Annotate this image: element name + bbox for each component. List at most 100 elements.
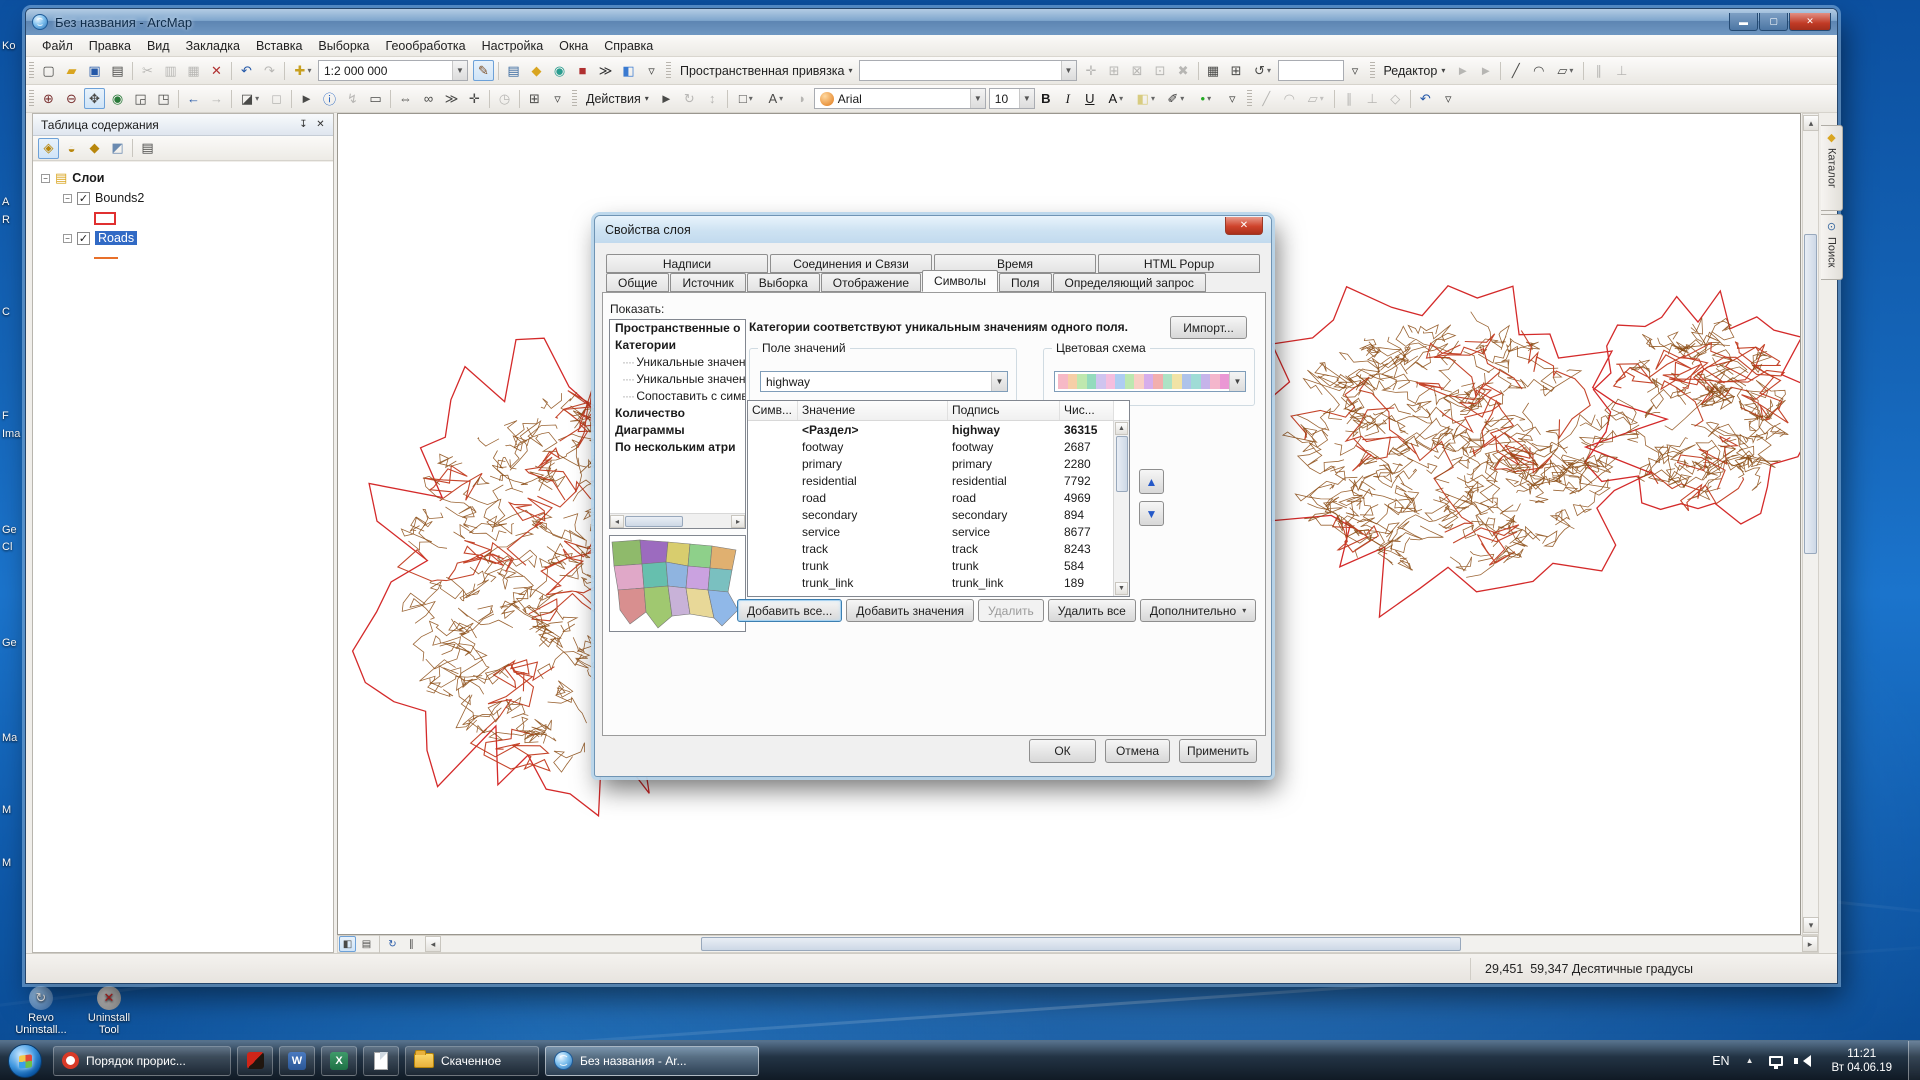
column-header-symbol[interactable]: Симв... [748,401,798,420]
menu-item[interactable]: Правка [81,37,139,55]
collapse-icon[interactable]: − [41,174,50,183]
visibility-checkbox[interactable]: ✓ [77,232,90,245]
renderer-tree-item[interactable]: Уникальные значен [610,354,745,371]
tray-expand-icon[interactable]: ▲ [1738,1056,1762,1065]
rect-tool-icon[interactable]: □ [732,88,760,109]
vertical-scroll-thumb[interactable] [1804,234,1817,554]
sketch-arc-icon[interactable]: ◠ [1528,60,1549,81]
renderer-tree-item[interactable]: Количество [610,405,745,422]
table-row[interactable]: secondary secondary 894 [748,506,1129,523]
georef-5-icon[interactable]: ✖ [1173,60,1194,81]
back-icon[interactable]: ← [183,88,204,109]
copy-icon[interactable]: ▥ [160,60,181,81]
go-to-xy-icon[interactable]: ✛ [464,88,485,109]
chevron-down-icon[interactable]: ▼ [991,372,1007,391]
taskbar-button-folder[interactable]: Скаченное [405,1046,539,1076]
renderer-tree-hscroll[interactable]: ◂ ▸ [610,513,745,528]
font-size-combo[interactable]: 10 ▼ [989,88,1035,109]
menu-item[interactable]: Геообработка [378,37,474,55]
resize-element-icon[interactable]: ↕ [702,88,723,109]
toc-draworder-icon[interactable]: ◈ [38,138,59,159]
catalog-icon[interactable]: ◆ [526,60,547,81]
toc-source-icon[interactable]: ◒ [61,138,82,159]
menu-item[interactable]: Файл [34,37,81,55]
renderer-tree-item[interactable]: Категории [610,337,745,354]
title-bar[interactable]: Без названия - ArcMap ▬ ▢ ✕ [26,9,1837,35]
roads-symbol-row[interactable] [41,248,333,268]
georef-rotate-icon[interactable]: ↺ [1249,60,1277,81]
horizontal-scroll-thumb[interactable] [625,516,683,527]
toolbar-grip[interactable] [1370,62,1375,80]
close-button[interactable]: ✕ [1789,13,1831,31]
map-horizontal-scrollbar[interactable]: ◧▤↻∥ ◂ ▸ [337,935,1819,953]
select-elements-icon[interactable]: ► [296,88,317,109]
chevron-down-icon[interactable]: ▼ [1019,89,1034,108]
dialog-title-bar[interactable]: Свойства слоя [595,216,1271,243]
redo-icon[interactable]: ↷ [259,60,280,81]
map-scale-combo[interactable]: 1:2 000 000 ▼ [318,60,468,81]
table-row[interactable]: service service 8677 [748,523,1129,540]
sketch-shape-icon[interactable]: ▱ [1551,60,1579,81]
sketch-parallel-icon[interactable]: ∥ [1588,60,1609,81]
move-value-up-button[interactable]: ▲ [1139,469,1164,494]
georef-fit-icon[interactable]: ⊞ [1226,60,1247,81]
georef-1-icon[interactable]: ✛ [1081,60,1102,81]
move-value-down-button[interactable]: ▼ [1139,501,1164,526]
menu-item[interactable]: Вид [139,37,178,55]
dialog-action-button[interactable]: Удалить все [1048,599,1136,622]
renderer-tree-item[interactable]: Пространственные о [610,320,745,337]
toolbar-grip[interactable] [1247,90,1252,108]
paste-icon[interactable]: ▦ [183,60,204,81]
select-features-icon[interactable]: ◪ [236,88,264,109]
bold-button[interactable]: B [1036,88,1056,109]
python-icon[interactable]: ≫ [595,60,616,81]
toc-root-layers[interactable]: − ▤ Слои [41,168,333,188]
dialog-tab[interactable]: Надписи [606,254,768,273]
table-row[interactable]: primary primary 2280 [748,455,1129,472]
sketch-shape-icon[interactable]: ▱ [1302,88,1330,109]
sketch-perp-icon[interactable]: ⊥ [1362,88,1383,109]
fill-color-icon[interactable]: ◧ [1132,88,1160,109]
chevron-down-icon[interactable]: ▼ [970,89,985,108]
line-symbol-swatch[interactable] [94,257,118,259]
maximize-button[interactable]: ▢ [1759,13,1788,31]
toolbar-grip[interactable] [29,90,34,108]
overflow-icon[interactable]: ▿ [641,60,662,81]
georeferencing-menu[interactable]: Пространственная привязка [674,62,859,80]
dialog-tab[interactable]: HTML Popup [1098,254,1260,273]
chevron-down-icon[interactable]: ▼ [1229,372,1245,391]
dialog-tab[interactable]: Источник [670,273,745,292]
text-tool-icon[interactable]: A [762,88,790,109]
font-color-icon[interactable]: A [1102,88,1130,109]
taskbar-button-word[interactable] [279,1046,315,1076]
underline-button[interactable]: U [1080,88,1100,109]
tab-catalog[interactable]: ◆ Каталог [1821,125,1843,211]
taskbar-button-notepad[interactable] [363,1046,399,1076]
hyperlink-icon[interactable]: ↯ [342,88,363,109]
sketch-perp-icon[interactable]: ⊥ [1611,60,1632,81]
color-ramp-combo[interactable]: ▼ [1054,371,1246,392]
collapse-icon[interactable]: − [63,194,72,203]
value-field-combo[interactable]: highway ▼ [760,371,1008,392]
table-row[interactable]: residential residential 7792 [748,472,1129,489]
column-header-label[interactable]: Подпись [948,401,1060,420]
bounds2-symbol-row[interactable] [41,208,333,228]
taskbar-button-app[interactable] [237,1046,273,1076]
tab-search[interactable]: ⊙ Поиск [1821,214,1843,280]
find-route-icon[interactable]: ≫ [441,88,462,109]
html-popup-icon[interactable]: ▭ [365,88,386,109]
speaker-icon[interactable] [1797,1055,1811,1067]
taskbar-button-document[interactable]: Порядок прорис... [53,1046,231,1076]
clear-selection-icon[interactable]: ◻ [266,88,287,109]
menu-item[interactable]: Настройка [474,37,552,55]
clock[interactable]: 11:21 Вт 04.06.19 [1831,1046,1892,1075]
menu-item[interactable]: Выборка [310,37,377,55]
vertical-scroll-thumb[interactable] [1116,436,1128,492]
overflow-icon[interactable]: ▿ [547,88,568,109]
pause-icon[interactable]: ∥ [403,936,420,952]
sketch-parallel-icon[interactable]: ∥ [1339,88,1360,109]
apply-button[interactable]: Применить [1179,739,1257,763]
line-color-icon[interactable]: ✐ [1162,88,1190,109]
table-row[interactable]: road road 4969 [748,489,1129,506]
dialog-tab[interactable]: Выборка [747,273,820,292]
